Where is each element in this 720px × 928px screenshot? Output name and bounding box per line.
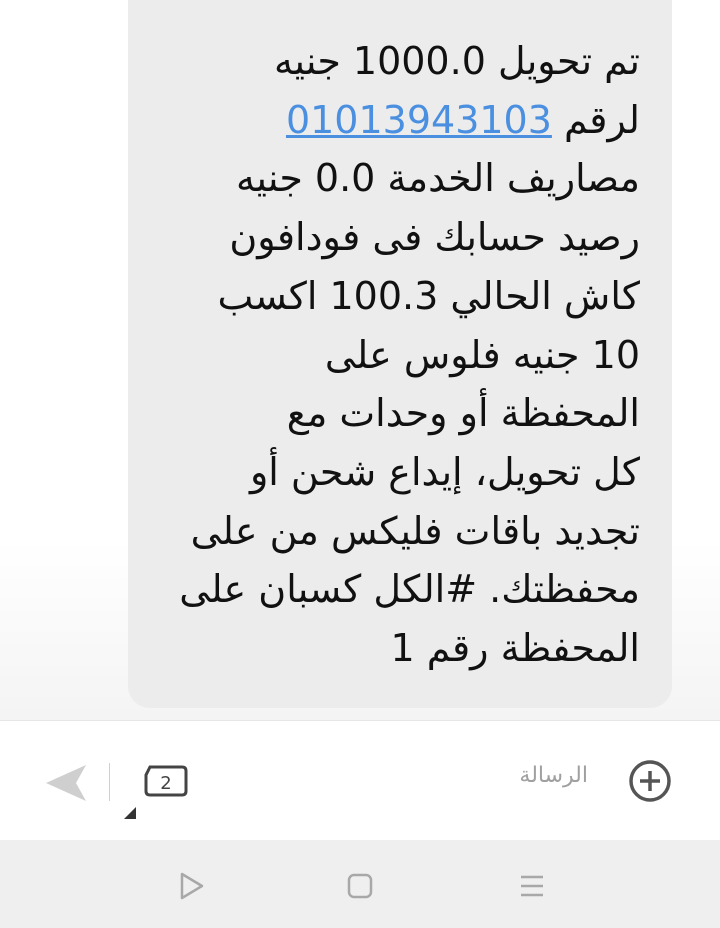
send-button[interactable] (40, 757, 92, 809)
compose-divider (109, 763, 110, 801)
message-line: تم تحويل 1000.0 جنيه (274, 39, 640, 83)
message-line: رصيد حسابك فى فودافون (229, 215, 640, 260)
message-line: كل تحويل، إيداع شحن أو (249, 449, 640, 494)
message-text: تم تحويل 1000.0 جنيه لرقم 01013943103 مص… (168, 32, 640, 678)
nav-menu-button[interactable] (512, 866, 552, 906)
message-input[interactable]: الرسالة (519, 763, 588, 788)
message-line: كاش الحالي 100.3 اكسب (217, 273, 640, 318)
message-line-with-link: لرقم 01013943103 (168, 91, 640, 150)
message-line: المحفظة رقم 1 (390, 626, 640, 671)
message-line: تجديد باقات فليكس من على (190, 508, 640, 553)
messaging-screen: تم تحويل 1000.0 جنيه لرقم 01013943103 مص… (0, 0, 720, 928)
sim-number: 2 (160, 773, 171, 794)
message-line: 10 جنيه فلوس على (324, 332, 640, 377)
sim-select-button[interactable]: 2 (120, 761, 190, 821)
plus-circle-icon (629, 760, 671, 802)
compose-bar: 2 الرسالة (0, 720, 720, 840)
conversation-area[interactable]: تم تحويل 1000.0 جنيه لرقم 01013943103 مص… (0, 0, 720, 720)
send-icon (46, 765, 86, 801)
message-line: المحفظة أو وحدات مع (286, 391, 640, 436)
nav-home-button[interactable] (340, 866, 380, 906)
system-navigation-bar (0, 840, 720, 928)
message-line: محفظتك. #الكل كسبان على (179, 567, 640, 612)
message-bubble[interactable]: تم تحويل 1000.0 جنيه لرقم 01013943103 مص… (128, 0, 672, 708)
message-line: مصاريف الخدمة 0.0 جنيه (236, 156, 640, 201)
phone-number-link[interactable]: 01013943103 (286, 98, 552, 142)
nav-home-icon (347, 873, 373, 899)
nav-menu-icon (521, 875, 543, 897)
sim-card-icon: 2 (124, 765, 188, 819)
nav-back-icon (180, 872, 204, 900)
nav-back-button[interactable] (170, 866, 210, 906)
link-prefix: لرقم (551, 97, 640, 142)
add-attachment-button[interactable] (626, 757, 674, 805)
